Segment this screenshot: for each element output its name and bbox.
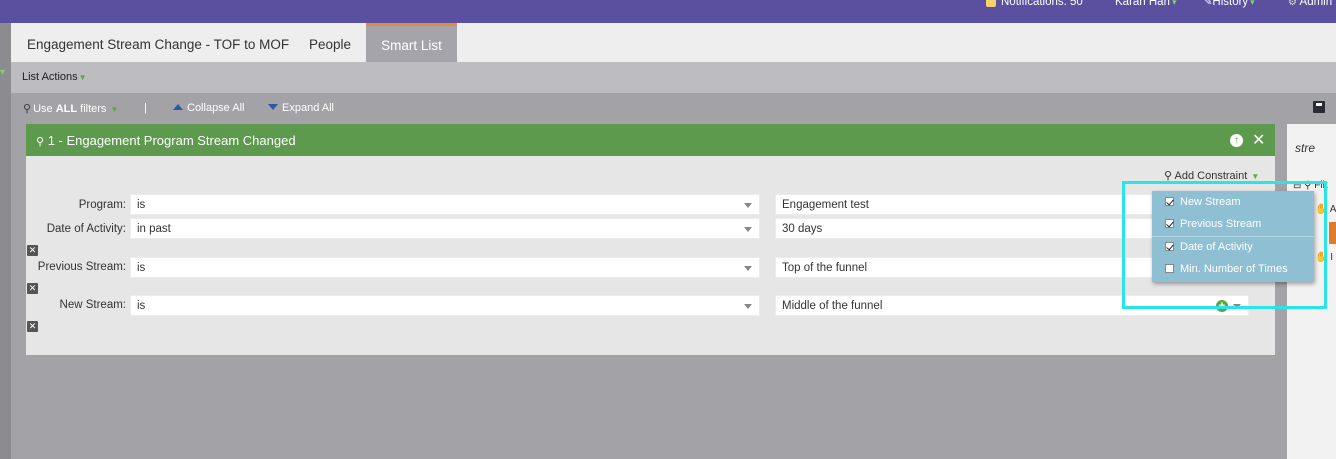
left-collapse-strip[interactable]: ▾ xyxy=(0,23,11,459)
gear-icon: ⚙ xyxy=(1288,0,1297,8)
program-operator-select[interactable]: is xyxy=(130,194,760,215)
filter-search-input[interactable]: stre xyxy=(1295,141,1315,155)
chevron-down-icon: ▼ xyxy=(78,73,87,82)
chevron-down-icon: ▾ xyxy=(0,67,6,78)
filter-icon: ⚲ xyxy=(36,136,45,148)
move-up-button[interactable]: ↑ xyxy=(1230,134,1243,147)
user-menu[interactable]: Karan Hari ▾ xyxy=(1115,0,1177,8)
chevron-down-icon: ▾ xyxy=(1171,0,1177,7)
selected-item-marker xyxy=(1329,222,1336,244)
remove-constraint-button[interactable]: ✕ xyxy=(27,283,38,294)
program-label: Program: xyxy=(78,199,126,211)
new-stream-operator-select[interactable]: is xyxy=(130,295,760,316)
chevron-down-icon xyxy=(744,304,752,309)
list-actions-menu[interactable]: List Actions▼ xyxy=(22,71,87,83)
collapse-icon xyxy=(173,104,183,110)
filter-panel: ⚲ 1 - Engagement Program Stream Changed … xyxy=(26,124,1275,355)
chevron-down-icon xyxy=(744,266,752,271)
tab-people[interactable]: People xyxy=(309,23,351,62)
filter-title: ⚲ 1 - Engagement Program Stream Changed xyxy=(36,133,296,148)
chevron-down-icon xyxy=(744,227,752,232)
chevron-down-icon: ▼ xyxy=(110,105,119,114)
chevron-down-icon xyxy=(744,203,752,208)
filter-header: ⚲ 1 - Engagement Program Stream Changed … xyxy=(26,124,1275,156)
remove-constraint-button[interactable]: ✕ xyxy=(27,245,38,256)
list-actions-bar: List Actions▼ xyxy=(11,62,1336,93)
previous-stream-label: Previous Stream: xyxy=(37,261,126,273)
tab-smart-list[interactable]: Smart List xyxy=(366,23,457,62)
filter-icon: ⚲ xyxy=(23,103,32,115)
chevron-down-icon: ▾ xyxy=(1250,0,1255,7)
top-bar: Notifications: 50 Karan Hari ▾ ✎History ▾ … xyxy=(0,0,1336,23)
admin-link[interactable]: ⚙ Admin xyxy=(1288,0,1332,8)
date-of-activity-label: Date of Activity: xyxy=(46,223,126,235)
chevron-down-icon: ▼ xyxy=(1251,172,1260,181)
toolbar-divider: | xyxy=(144,102,147,114)
new-stream-label: New Stream: xyxy=(59,299,126,311)
notification-icon xyxy=(986,0,996,7)
expand-icon xyxy=(268,104,278,110)
tab-program[interactable]: Engagement Stream Change - TOF to MOF xyxy=(27,23,289,62)
highlight-annotation xyxy=(1122,181,1327,309)
collapse-all-button[interactable]: Collapse All xyxy=(173,102,244,114)
date-operator-select[interactable]: in past xyxy=(130,218,760,239)
remove-filter-button[interactable]: ✕ xyxy=(1252,130,1265,150)
filter-toolbar: ⚲ Use ALL filters ▼ | Collapse All Expand… xyxy=(11,93,1336,124)
expand-all-button[interactable]: Expand All xyxy=(268,102,334,114)
history-menu[interactable]: ✎History ▾ xyxy=(1204,0,1255,8)
notifications-link[interactable]: Notifications: 50 xyxy=(986,0,1083,8)
previous-stream-operator-select[interactable]: is xyxy=(130,257,760,278)
use-all-filters-menu[interactable]: ⚲ Use ALL filters ▼ xyxy=(23,102,118,115)
save-icon[interactable] xyxy=(1313,101,1325,113)
remove-constraint-button[interactable]: ✕ xyxy=(27,321,38,332)
tab-bar: Engagement Stream Change - TOF to MOF Pe… xyxy=(0,23,1336,62)
